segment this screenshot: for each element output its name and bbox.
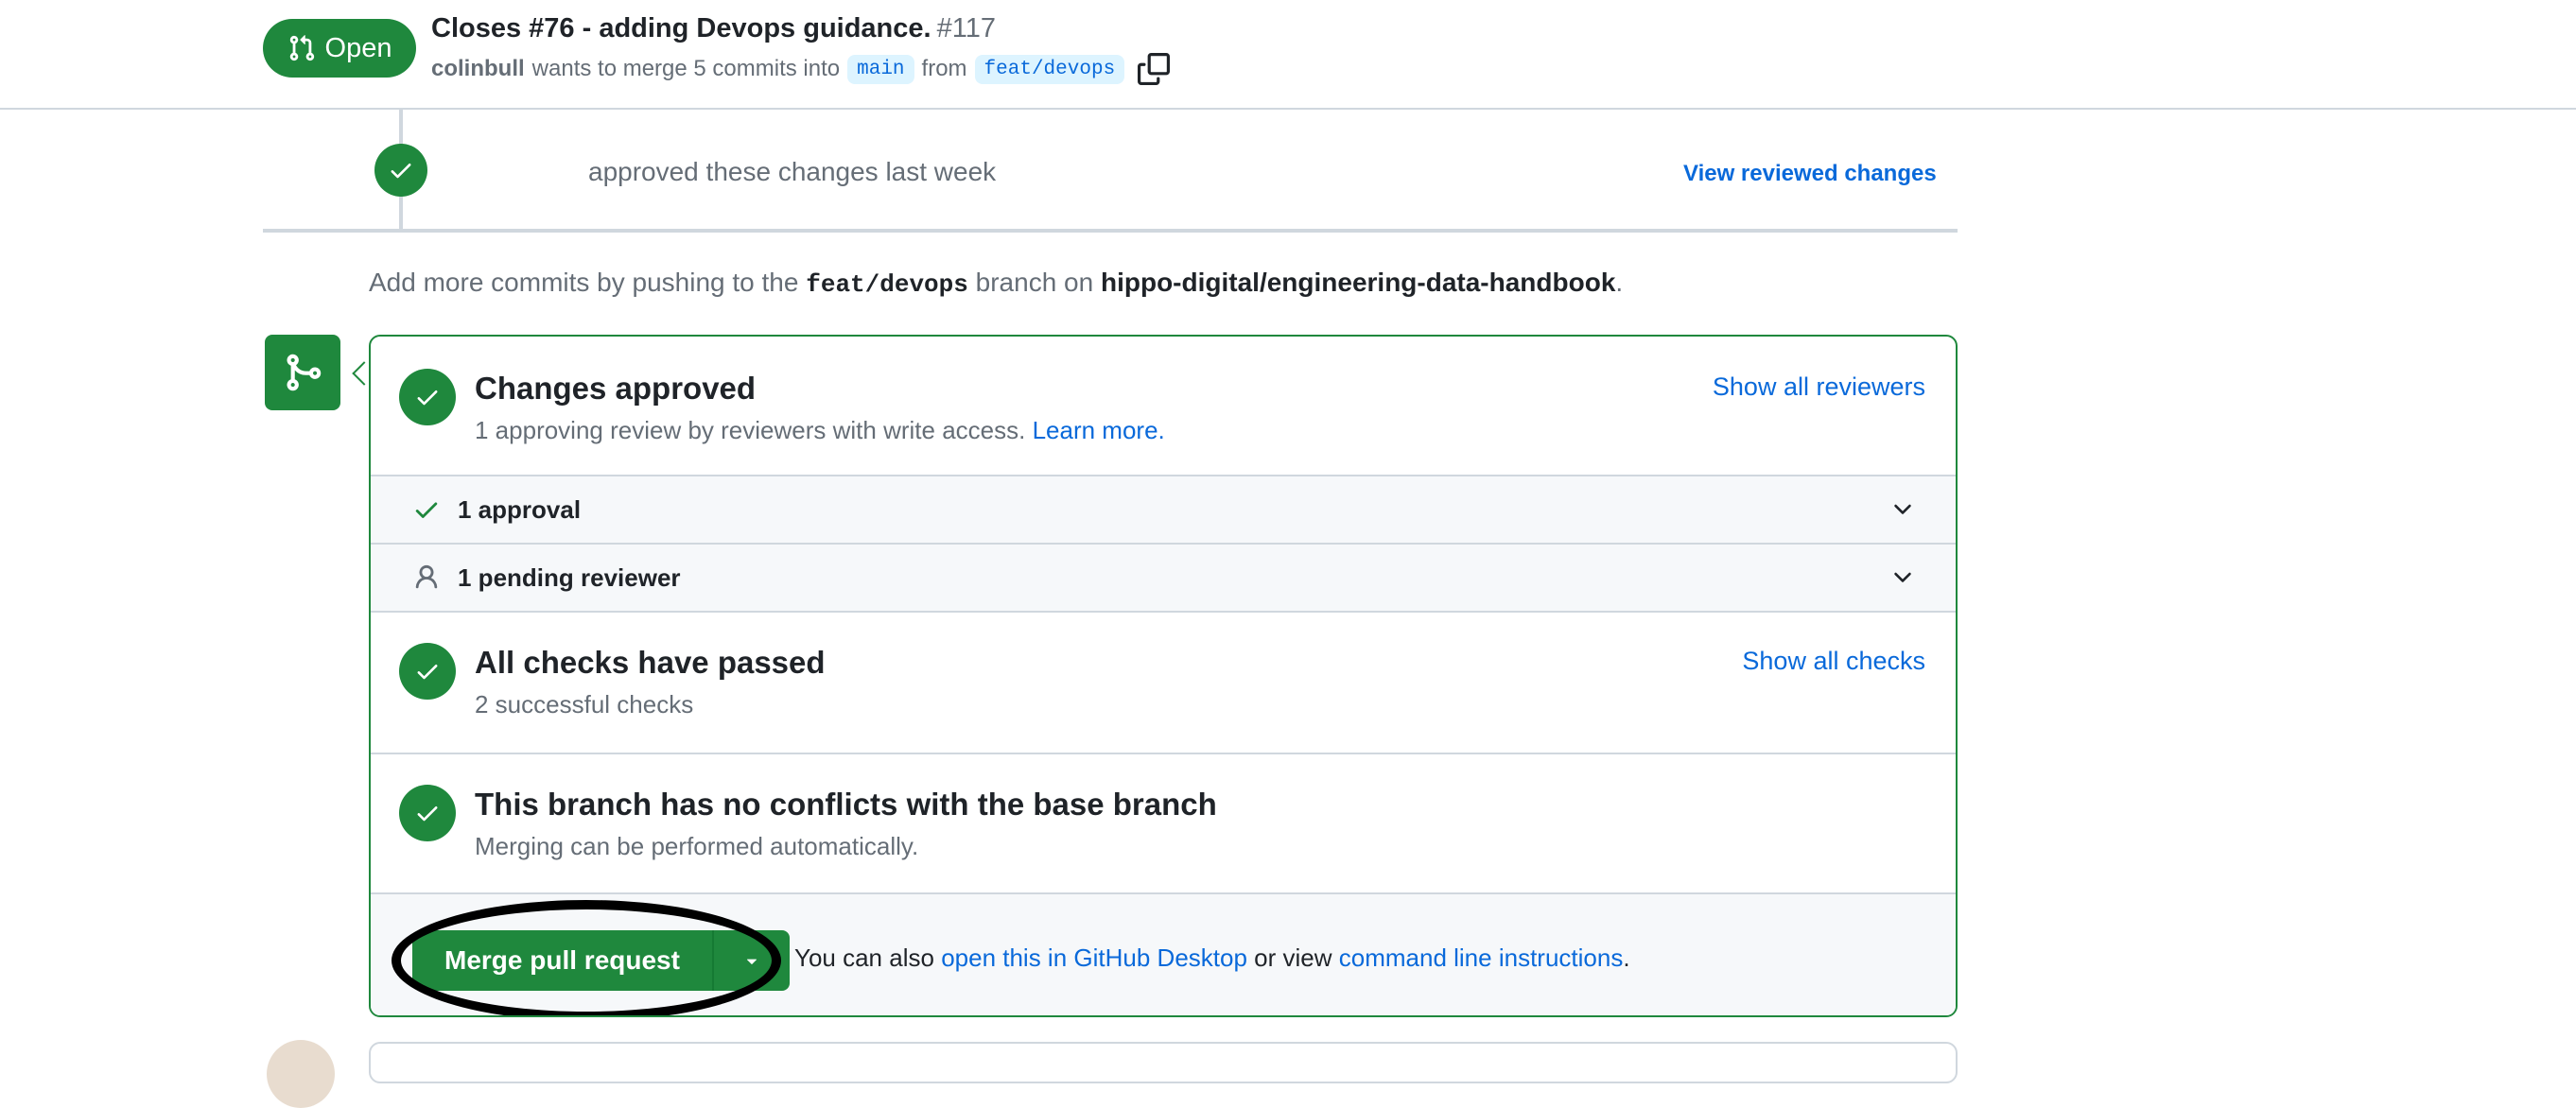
pending-reviewers-label: 1 pending reviewer: [458, 563, 681, 592]
push-hint: Add more commits by pushing to the feat/…: [369, 268, 1623, 299]
pr-title: Closes #76 - adding Devops guidance. #117: [431, 13, 996, 44]
approvals-row[interactable]: 1 approval: [371, 475, 1956, 543]
person-icon: [415, 564, 438, 589]
pr-title-text: Closes #76 - adding Devops guidance.: [431, 13, 931, 43]
merge-alt-middle: or view: [1254, 944, 1332, 972]
view-reviewed-changes-link[interactable]: View reviewed changes: [1683, 161, 1937, 187]
push-hint-suffix: .: [1615, 268, 1624, 297]
pull-request-icon: [289, 35, 314, 61]
merge-pull-request-button[interactable]: Merge pull request: [412, 930, 712, 991]
base-branch-tag[interactable]: main: [847, 54, 914, 84]
git-merge-icon: [287, 354, 322, 391]
check-icon: [417, 806, 438, 822]
pending-reviewers-row[interactable]: 1 pending reviewer: [371, 543, 1956, 611]
command-line-link[interactable]: command line instructions: [1339, 944, 1624, 972]
conflicts-check-badge: [399, 785, 456, 841]
approval-subtitle-text: 1 approving review by reviewers with wri…: [475, 416, 1026, 444]
check-icon: [417, 390, 438, 406]
conflicts-subtitle: Merging can be performed automatically.: [475, 832, 919, 860]
push-hint-branch: feat/devops: [806, 270, 968, 299]
comment-box-edge: [369, 1042, 1958, 1083]
approval-check-badge: [399, 369, 456, 425]
push-hint-middle: branch on: [975, 268, 1094, 297]
push-hint-prefix: Add more commits by pushing to the: [369, 268, 799, 297]
chevron-down-icon[interactable]: [1889, 496, 1916, 523]
learn-more-link[interactable]: Learn more.: [1033, 416, 1165, 444]
pr-meta: colinbull wants to merge 5 commits into …: [431, 53, 1171, 85]
from-text: from: [921, 56, 967, 81]
head-branch-tag[interactable]: feat/devops: [974, 54, 1125, 84]
approvals-label: 1 approval: [458, 494, 582, 524]
show-all-checks-link[interactable]: Show all checks: [1742, 647, 1925, 676]
merge-alternatives: You can also open this in GitHub Desktop…: [794, 944, 1630, 973]
triangle-down-icon: [746, 959, 757, 964]
pr-number: #117: [936, 13, 996, 43]
merge-method-dropdown[interactable]: [711, 930, 790, 991]
chevron-down-icon[interactable]: [1889, 564, 1916, 591]
push-hint-repo: hippo-digital/engineering-data-handbook: [1100, 268, 1616, 297]
approval-title: Changes approved: [475, 371, 757, 406]
conflicts-section: This branch has no conflicts with the ba…: [371, 754, 1956, 892]
show-all-reviewers-link[interactable]: Show all reviewers: [1713, 372, 1925, 402]
review-event-text: approved these changes last week: [588, 157, 997, 186]
merge-alt-prefix: You can also: [794, 944, 934, 972]
check-icon: [415, 502, 438, 518]
checks-subtitle: 2 successful checks: [475, 690, 694, 718]
merge-button-group: Merge pull request: [412, 930, 790, 991]
conflicts-title: This branch has no conflicts with the ba…: [475, 787, 1217, 822]
timeline-divider: [263, 229, 1958, 233]
approval-subtitle: 1 approving review by reviewers with wri…: [475, 416, 1165, 445]
review-approved-badge: [374, 144, 427, 197]
merge-box: Changes approved 1 approving review by r…: [369, 335, 1958, 1017]
merge-alt-suffix: .: [1623, 944, 1630, 972]
pr-state-label: Open: [324, 32, 392, 63]
pr-state-badge: Open: [263, 19, 416, 78]
github-desktop-link[interactable]: open this in GitHub Desktop: [941, 944, 1247, 972]
check-icon: [391, 164, 411, 179]
merge-footer: Merge pull request You can also open thi…: [371, 892, 1956, 1015]
avatar: [267, 1040, 335, 1108]
check-icon: [417, 665, 438, 680]
checks-section: All checks have passed 2 successful chec…: [371, 613, 1956, 753]
checks-check-badge: [399, 643, 456, 700]
approval-section: Changes approved 1 approving review by r…: [371, 337, 1956, 475]
checks-title: All checks have passed: [475, 645, 826, 680]
copy-icon[interactable]: [1138, 53, 1171, 85]
author-link[interactable]: colinbull: [431, 56, 525, 82]
merge-description: wants to merge 5 commits into: [531, 56, 841, 81]
merge-status-icon: [265, 335, 340, 410]
